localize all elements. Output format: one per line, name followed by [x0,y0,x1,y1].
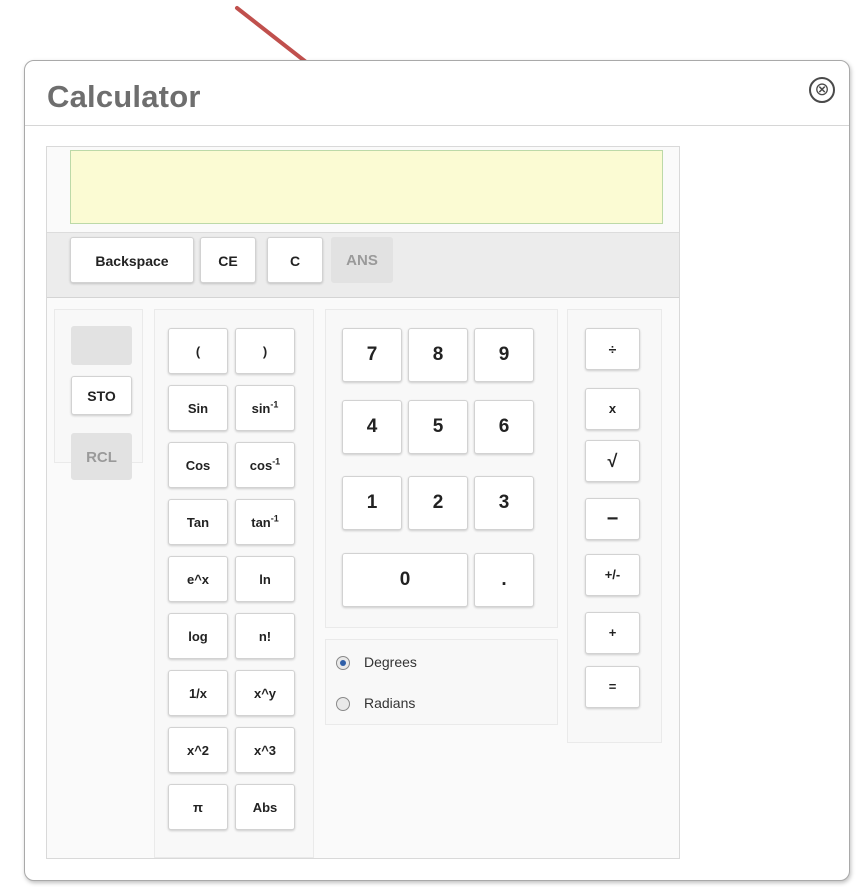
digit-5-button[interactable]: 5 [408,400,468,454]
radians-radio[interactable] [336,697,350,711]
backspace-button[interactable]: Backspace [70,237,194,283]
digit-1-button[interactable]: 1 [342,476,402,530]
minus-button[interactable]: − [585,498,640,540]
divide-button[interactable]: ÷ [585,328,640,370]
inverse-exponent: -1 [270,513,279,524]
arcsin-label: sin [251,401,271,416]
decimal-button[interactable]: . [474,553,534,607]
digit-6-button[interactable]: 6 [474,400,534,454]
exp-button[interactable]: e^x [168,556,228,602]
memory-indicator [71,326,132,365]
log-button[interactable]: log [168,613,228,659]
pi-button[interactable]: π [168,784,228,830]
radians-label: Radians [364,695,416,711]
tan-button[interactable]: Tan [168,499,228,545]
arcsin-button[interactable]: sin-1 [235,385,295,431]
factorial-button[interactable]: n! [235,613,295,659]
sto-button[interactable]: STO [71,376,132,415]
open-paren-button[interactable]: ( [168,328,228,374]
calculator-dialog: Calculator ⊗ Backspace CE C ANS STO RCL … [24,60,850,881]
inverse-exponent: -1 [272,456,281,467]
arctan-label: tan [251,515,271,530]
arctan-button[interactable]: tan-1 [235,499,295,545]
digit-9-button[interactable]: 9 [474,328,534,382]
sqrt-button[interactable]: √ [585,440,640,482]
cos-button[interactable]: Cos [168,442,228,488]
arccos-button[interactable]: cos-1 [235,442,295,488]
digit-8-button[interactable]: 8 [408,328,468,382]
inverse-exponent: -1 [270,399,279,410]
degrees-radio[interactable] [336,656,350,670]
clear-button[interactable]: C [267,237,323,283]
close-paren-button[interactable]: ) [235,328,295,374]
dialog-titlebar: Calculator ⊗ [25,61,849,126]
abs-button[interactable]: Abs [235,784,295,830]
equals-button[interactable]: = [585,666,640,708]
clear-entry-button[interactable]: CE [200,237,256,283]
square-button[interactable]: x^2 [168,727,228,773]
memory-panel: STO RCL [54,309,143,480]
ln-button[interactable]: ln [235,556,295,602]
arccos-label: cos [249,458,273,473]
negate-button[interactable]: +/- [585,554,640,596]
reciprocal-button[interactable]: 1/x [168,670,228,716]
digit-7-button[interactable]: 7 [342,328,402,382]
cube-button[interactable]: x^3 [235,727,295,773]
digit-4-button[interactable]: 4 [342,400,402,454]
dialog-title: Calculator [47,79,201,114]
ans-button[interactable]: ANS [331,237,393,283]
control-bar: Backspace CE C ANS [47,232,679,298]
close-icon[interactable]: ⊗ [809,77,835,103]
digit-0-button[interactable]: 0 [342,553,468,607]
rcl-button[interactable]: RCL [71,433,132,480]
digits-panel: 7 8 9 4 5 6 1 2 3 0 . [325,309,558,628]
functions-panel: ( ) Sin sin-1 Cos cos-1 Tan tan-1 e^x ln… [154,309,314,858]
plus-button[interactable]: + [585,612,640,654]
calculator-body: Backspace CE C ANS STO RCL ( ) Sin sin-1… [46,146,680,859]
power-button[interactable]: x^y [235,670,295,716]
degrees-label: Degrees [364,654,417,670]
calculator-display [70,150,663,224]
multiply-button[interactable]: x [585,388,640,430]
operators-panel: ÷ x √ − +/- + = [567,309,662,743]
sin-button[interactable]: Sin [168,385,228,431]
angle-mode-panel: Degrees Radians [325,639,558,725]
digit-3-button[interactable]: 3 [474,476,534,530]
digit-2-button[interactable]: 2 [408,476,468,530]
